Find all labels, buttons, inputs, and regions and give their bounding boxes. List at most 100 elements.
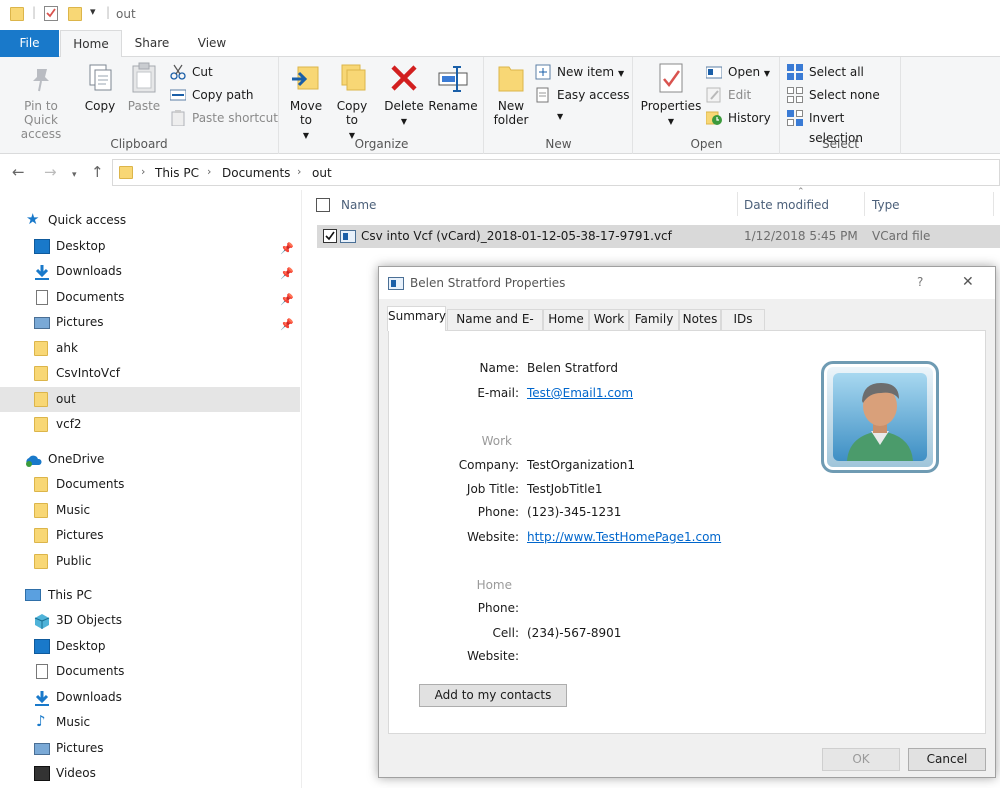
delete-button[interactable]: Delete ▼ [384, 61, 424, 129]
copy-to-button[interactable]: Copy to ▼ [332, 61, 372, 143]
tab-home[interactable]: Home [60, 30, 122, 58]
qat-dropdown-icon[interactable]: ▾ [90, 5, 96, 18]
cut-button[interactable]: Cut [170, 62, 213, 82]
home-section-label: Home [476, 578, 512, 592]
sidebar-item-pc-pictures[interactable]: Pictures [0, 736, 300, 761]
work-website-link[interactable]: http://www.TestHomePage1.com [527, 530, 721, 544]
copy-path-button[interactable]: Copy path [169, 85, 254, 105]
select-all-button[interactable]: Select all [787, 62, 864, 82]
close-icon[interactable]: ✕ [962, 274, 974, 290]
breadcrumb-chevron-icon[interactable]: › [297, 165, 301, 178]
file-row[interactable]: Csv into Vcf (vCard)_2018-01-12-05-38-17… [317, 225, 1000, 248]
new-item-button[interactable]: New item ▼ [535, 62, 624, 82]
qat-separator: | [32, 5, 37, 19]
select-none-button[interactable]: Select none [787, 85, 880, 105]
tab-home[interactable]: Home [543, 309, 589, 330]
sidebar-item-onedrive-documents[interactable]: Documents [0, 472, 300, 497]
column-divider[interactable] [864, 192, 865, 216]
name-value: Belen Stratford [527, 361, 618, 375]
pin-icon[interactable]: 📌 [280, 261, 294, 286]
sidebar-item-pc-desktop[interactable]: Desktop [0, 634, 300, 659]
sidebar-item-onedrive-public[interactable]: Public [0, 549, 300, 574]
ok-button[interactable]: OK [822, 748, 900, 771]
tab-name-and-email[interactable]: Name and E-mail [447, 309, 543, 345]
sidebar-item-this-pc[interactable]: This PC [0, 583, 300, 608]
sidebar-item-onedrive-music[interactable]: Music [0, 498, 300, 523]
column-divider[interactable] [993, 192, 994, 216]
column-divider[interactable] [737, 192, 738, 216]
row-checkbox[interactable] [323, 229, 337, 243]
sidebar-item-out[interactable]: out [0, 387, 300, 412]
properties-button[interactable]: Properties ▼ [640, 61, 702, 129]
contact-card-icon [388, 277, 404, 290]
open-button[interactable]: Open ▼ [705, 62, 770, 82]
column-header-date-modified[interactable]: Date modified [744, 198, 829, 212]
sidebar-item-downloads[interactable]: Downloads 📌 [0, 259, 300, 284]
sidebar-item-documents[interactable]: Documents 📌 [0, 285, 300, 310]
add-to-my-contacts-button[interactable]: Add to my contacts [419, 684, 567, 707]
column-header-name[interactable]: Name [341, 198, 376, 212]
copy-to-icon [336, 61, 368, 95]
sidebar-item-onedrive-pictures[interactable]: Pictures [0, 523, 300, 548]
rename-button[interactable]: Rename [428, 61, 478, 113]
move-to-button[interactable]: Move to ▼ [286, 61, 326, 143]
rename-icon [437, 61, 469, 95]
pin-to-quick-access-button[interactable]: Pin to Quick access [4, 61, 78, 141]
contact-picture [821, 361, 939, 473]
sidebar-item-quick-access[interactable]: ★ Quick access [0, 208, 300, 233]
breadcrumb-chevron-icon[interactable]: › [207, 165, 211, 178]
new-folder-qat-icon[interactable] [68, 7, 82, 21]
sidebar-item-pc-documents[interactable]: Documents [0, 659, 300, 684]
address-bar[interactable]: › This PC › Documents › out [112, 159, 1000, 186]
pin-icon[interactable]: 📌 [280, 312, 294, 337]
copy-button[interactable]: Copy [80, 61, 120, 113]
easy-access-button[interactable]: Easy access ▼ [535, 85, 632, 121]
breadcrumb-documents[interactable]: Documents [222, 166, 290, 180]
edit-button[interactable]: Edit [706, 85, 751, 105]
sidebar-item-pc-music[interactable]: ♪ Music [0, 710, 300, 735]
sidebar-item-pc-videos[interactable]: Videos [0, 761, 300, 786]
tab-work[interactable]: Work [589, 309, 629, 330]
sidebar-item-csvintovcf[interactable]: CsvIntoVcf [0, 361, 300, 386]
sidebar-item-3d-objects[interactable]: 3D Objects [0, 608, 300, 633]
breadcrumb-out[interactable]: out [312, 166, 332, 180]
paste-button[interactable]: Paste [124, 61, 164, 113]
sidebar-item-ahk[interactable]: ahk [0, 336, 300, 361]
up-arrow-icon[interactable]: ↑ [91, 165, 104, 180]
column-header-type[interactable]: Type [872, 198, 900, 212]
document-icon [36, 290, 48, 305]
sidebar-item-pictures[interactable]: Pictures 📌 [0, 310, 300, 335]
tab-notes[interactable]: Notes [679, 309, 721, 330]
paste-shortcut-button[interactable]: Paste shortcut [170, 108, 278, 128]
tab-ids[interactable]: IDs [721, 309, 765, 330]
help-button[interactable]: ? [917, 275, 923, 289]
sidebar-item-onedrive[interactable]: OneDrive [0, 447, 300, 472]
cancel-button[interactable]: Cancel [908, 748, 986, 771]
back-arrow-icon[interactable]: ← [12, 165, 25, 180]
new-folder-button[interactable]: New folder [489, 61, 533, 127]
invert-selection-button[interactable]: Invert selection [787, 108, 900, 145]
sidebar-item-vcf2[interactable]: vcf2 [0, 412, 300, 437]
pictures-icon [34, 743, 50, 755]
tab-view[interactable]: View [184, 30, 240, 57]
work-section-label: Work [481, 434, 512, 448]
tab-share[interactable]: Share [124, 30, 180, 57]
folder-icon [34, 392, 48, 407]
recent-locations-chevron-icon[interactable]: ▾ [72, 168, 77, 183]
email-link[interactable]: Test@Email1.com [527, 386, 633, 400]
history-button[interactable]: History [705, 108, 771, 128]
tab-file[interactable]: File [0, 30, 59, 57]
select-group: Select all Select none Invert selection … [781, 57, 901, 154]
forward-arrow-icon[interactable]: → [44, 165, 57, 180]
properties-qat-icon[interactable] [44, 6, 58, 21]
breadcrumb-this-pc[interactable]: This PC [155, 166, 199, 180]
select-all-checkbox[interactable] [316, 198, 330, 212]
sidebar-item-pc-downloads[interactable]: Downloads [0, 685, 300, 710]
breadcrumb-chevron-icon[interactable]: › [141, 165, 145, 178]
navigation-bar: ← → ▾ ↑ › This PC › Documents › out [0, 155, 1000, 190]
pin-icon[interactable]: 📌 [280, 236, 294, 261]
tab-summary[interactable]: Summary [387, 306, 446, 331]
pin-icon[interactable]: 📌 [280, 287, 294, 312]
sidebar-item-desktop[interactable]: Desktop 📌 [0, 234, 300, 259]
tab-family[interactable]: Family [629, 309, 679, 330]
